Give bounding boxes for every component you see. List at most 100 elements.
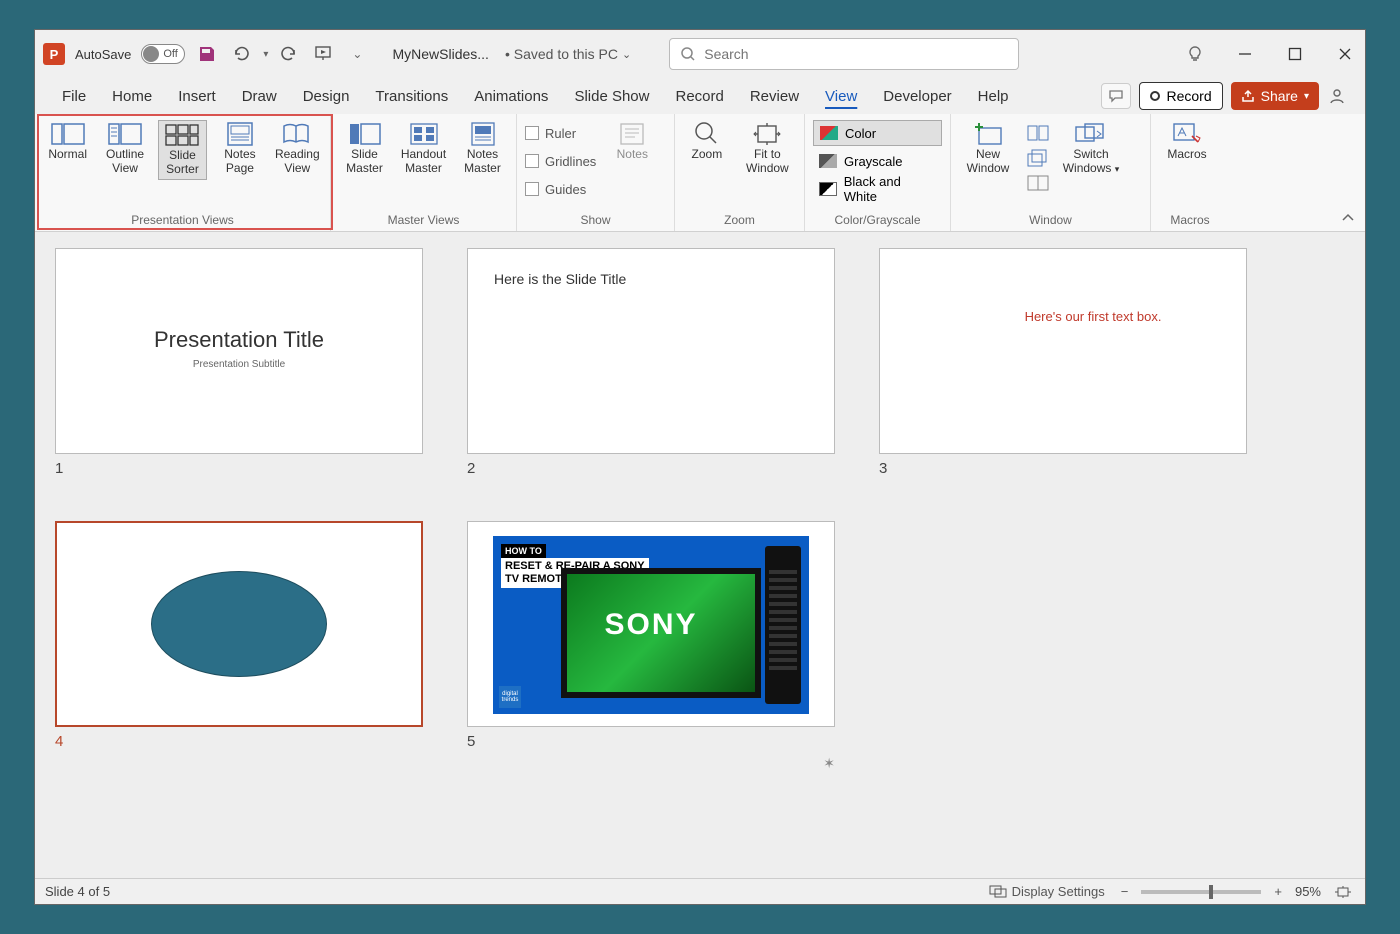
sony-logo: SONY bbox=[604, 608, 697, 642]
switch-windows-button[interactable]: Switch Windows ▾ bbox=[1059, 120, 1123, 178]
qat-customize[interactable]: ⌄ bbox=[352, 47, 362, 61]
outline-label: Outline View bbox=[102, 148, 147, 176]
zoom-handle[interactable] bbox=[1209, 885, 1213, 899]
notesbtn-label: Notes bbox=[617, 148, 648, 162]
toggle-knob bbox=[143, 46, 159, 62]
group-macros: Macros Macros bbox=[1151, 114, 1229, 231]
save-button[interactable] bbox=[195, 42, 219, 66]
autosave-label: AutoSave bbox=[75, 47, 131, 62]
slide-thumb-3[interactable]: Here's our first text box. bbox=[879, 248, 1247, 454]
share-button[interactable]: Share ▾ bbox=[1231, 82, 1319, 110]
app-icon: P bbox=[43, 43, 65, 65]
maximize-button[interactable] bbox=[1283, 42, 1307, 66]
notes-master-button[interactable]: Notes Master bbox=[457, 120, 508, 178]
normal-view-button[interactable]: Normal bbox=[43, 120, 92, 164]
arrange-all-button[interactable] bbox=[1025, 122, 1051, 144]
display-settings-button[interactable]: Display Settings bbox=[986, 884, 1108, 899]
fit-to-window-button[interactable]: Fit to Window bbox=[739, 120, 796, 178]
macros-button[interactable]: Macros bbox=[1159, 120, 1215, 164]
ruler-checkbox[interactable]: Ruler bbox=[525, 120, 596, 146]
bw-mode-button[interactable]: Black and White bbox=[813, 176, 942, 202]
tab-design[interactable]: Design bbox=[290, 82, 363, 111]
grayscale-mode-button[interactable]: Grayscale bbox=[813, 148, 942, 174]
close-button[interactable] bbox=[1333, 42, 1357, 66]
slide-num-3: 3 bbox=[879, 460, 1247, 477]
chevron-down-icon: ▾ bbox=[1115, 164, 1120, 174]
collapse-ribbon-button[interactable] bbox=[1341, 211, 1355, 225]
filename[interactable]: MyNewSlides... bbox=[392, 46, 488, 62]
tab-home[interactable]: Home bbox=[99, 82, 165, 111]
zoom-out-button[interactable]: − bbox=[1118, 884, 1132, 899]
display-icon bbox=[989, 885, 1007, 899]
tab-record[interactable]: Record bbox=[662, 82, 736, 111]
reading-view-button[interactable]: Reading View bbox=[273, 120, 322, 178]
cascade-button[interactable] bbox=[1025, 147, 1051, 169]
record-label: Record bbox=[1166, 88, 1211, 104]
saved-status-text: • Saved to this PC bbox=[505, 46, 618, 62]
switch-label: Switch Windows bbox=[1063, 147, 1112, 175]
notesmaster-label: Notes Master bbox=[459, 148, 506, 176]
tab-insert[interactable]: Insert bbox=[165, 82, 229, 111]
slide-num-1: 1 bbox=[55, 460, 423, 477]
move-split-button[interactable] bbox=[1025, 172, 1051, 194]
undo-button[interactable] bbox=[229, 42, 253, 66]
slide-thumb-5[interactable]: HOW TO RESET & RE-PAIR A SONY TV REMOTE … bbox=[467, 521, 835, 727]
zoom-button[interactable]: Zoom bbox=[683, 120, 731, 164]
tab-transitions[interactable]: Transitions bbox=[362, 82, 461, 111]
tab-file[interactable]: File bbox=[49, 82, 99, 111]
zoom-slider[interactable] bbox=[1141, 890, 1261, 894]
tab-view[interactable]: View bbox=[812, 82, 870, 111]
slide1-title: Presentation Title bbox=[56, 327, 422, 353]
minimize-button[interactable] bbox=[1233, 42, 1257, 66]
lightbulb-icon[interactable] bbox=[1183, 42, 1207, 66]
notespage-label: Notes Page bbox=[217, 148, 262, 176]
autosave-toggle[interactable]: Off bbox=[141, 44, 185, 64]
account-button[interactable] bbox=[1327, 86, 1351, 106]
group-label-show: Show bbox=[525, 211, 666, 229]
gridlines-label: Gridlines bbox=[545, 154, 596, 169]
slide-5-wrap: HOW TO RESET & RE-PAIR A SONY TV REMOTE … bbox=[467, 521, 835, 750]
outline-view-button[interactable]: Outline View bbox=[100, 120, 149, 178]
present-from-start-button[interactable] bbox=[312, 42, 336, 66]
group-zoom: Zoom Fit to Window Zoom bbox=[675, 114, 805, 231]
zoom-label: Zoom bbox=[692, 148, 723, 162]
window-controls bbox=[1183, 42, 1357, 66]
undo-dropdown[interactable]: ▾ bbox=[263, 49, 268, 60]
zoom-in-button[interactable]: + bbox=[1271, 884, 1285, 899]
zoom-percent[interactable]: 95% bbox=[1295, 884, 1321, 899]
fit-slide-button[interactable] bbox=[1331, 885, 1355, 899]
handoutmaster-label: Handout Master bbox=[400, 148, 447, 176]
guides-checkbox[interactable]: Guides bbox=[525, 176, 596, 202]
saved-status[interactable]: • Saved to this PC ⌄ bbox=[505, 46, 631, 62]
group-presentation-views: Normal Outline View Slide Sorter Notes P… bbox=[35, 114, 331, 231]
tab-developer[interactable]: Developer bbox=[870, 82, 964, 111]
slide-4-wrap: 4 bbox=[55, 521, 423, 750]
comments-button[interactable] bbox=[1101, 83, 1131, 109]
slide-sorter-button[interactable]: Slide Sorter bbox=[158, 120, 208, 180]
tab-draw[interactable]: Draw bbox=[229, 82, 290, 111]
normal-label: Normal bbox=[48, 148, 87, 162]
redo-button[interactable] bbox=[278, 42, 302, 66]
search-box[interactable] bbox=[669, 38, 1019, 70]
gridlines-checkbox[interactable]: Gridlines bbox=[525, 148, 596, 174]
tab-review[interactable]: Review bbox=[737, 82, 812, 111]
notes-page-button[interactable]: Notes Page bbox=[215, 120, 264, 178]
notes-toggle-button[interactable]: Notes bbox=[610, 120, 654, 164]
bw-label: Black and White bbox=[844, 174, 936, 204]
group-show: Ruler Gridlines Guides Notes Show bbox=[517, 114, 675, 231]
remote-graphic bbox=[765, 546, 801, 704]
slide-master-button[interactable]: Slide Master bbox=[339, 120, 390, 178]
slide-thumb-2[interactable]: Here is the Slide Title bbox=[467, 248, 835, 454]
slide-position: Slide 4 of 5 bbox=[45, 884, 110, 899]
color-mode-button[interactable]: Color bbox=[813, 120, 942, 146]
slide-sorter-area[interactable]: Presentation Title Presentation Subtitle… bbox=[35, 232, 1365, 878]
search-input[interactable] bbox=[704, 46, 1008, 62]
record-button[interactable]: Record bbox=[1139, 82, 1222, 110]
handout-master-button[interactable]: Handout Master bbox=[398, 120, 449, 178]
new-window-button[interactable]: New Window bbox=[959, 120, 1017, 178]
slide-thumb-4[interactable] bbox=[55, 521, 423, 727]
slide-thumb-1[interactable]: Presentation Title Presentation Subtitle bbox=[55, 248, 423, 454]
tab-slideshow[interactable]: Slide Show bbox=[561, 82, 662, 111]
tab-help[interactable]: Help bbox=[965, 82, 1022, 111]
tab-animations[interactable]: Animations bbox=[461, 82, 561, 111]
